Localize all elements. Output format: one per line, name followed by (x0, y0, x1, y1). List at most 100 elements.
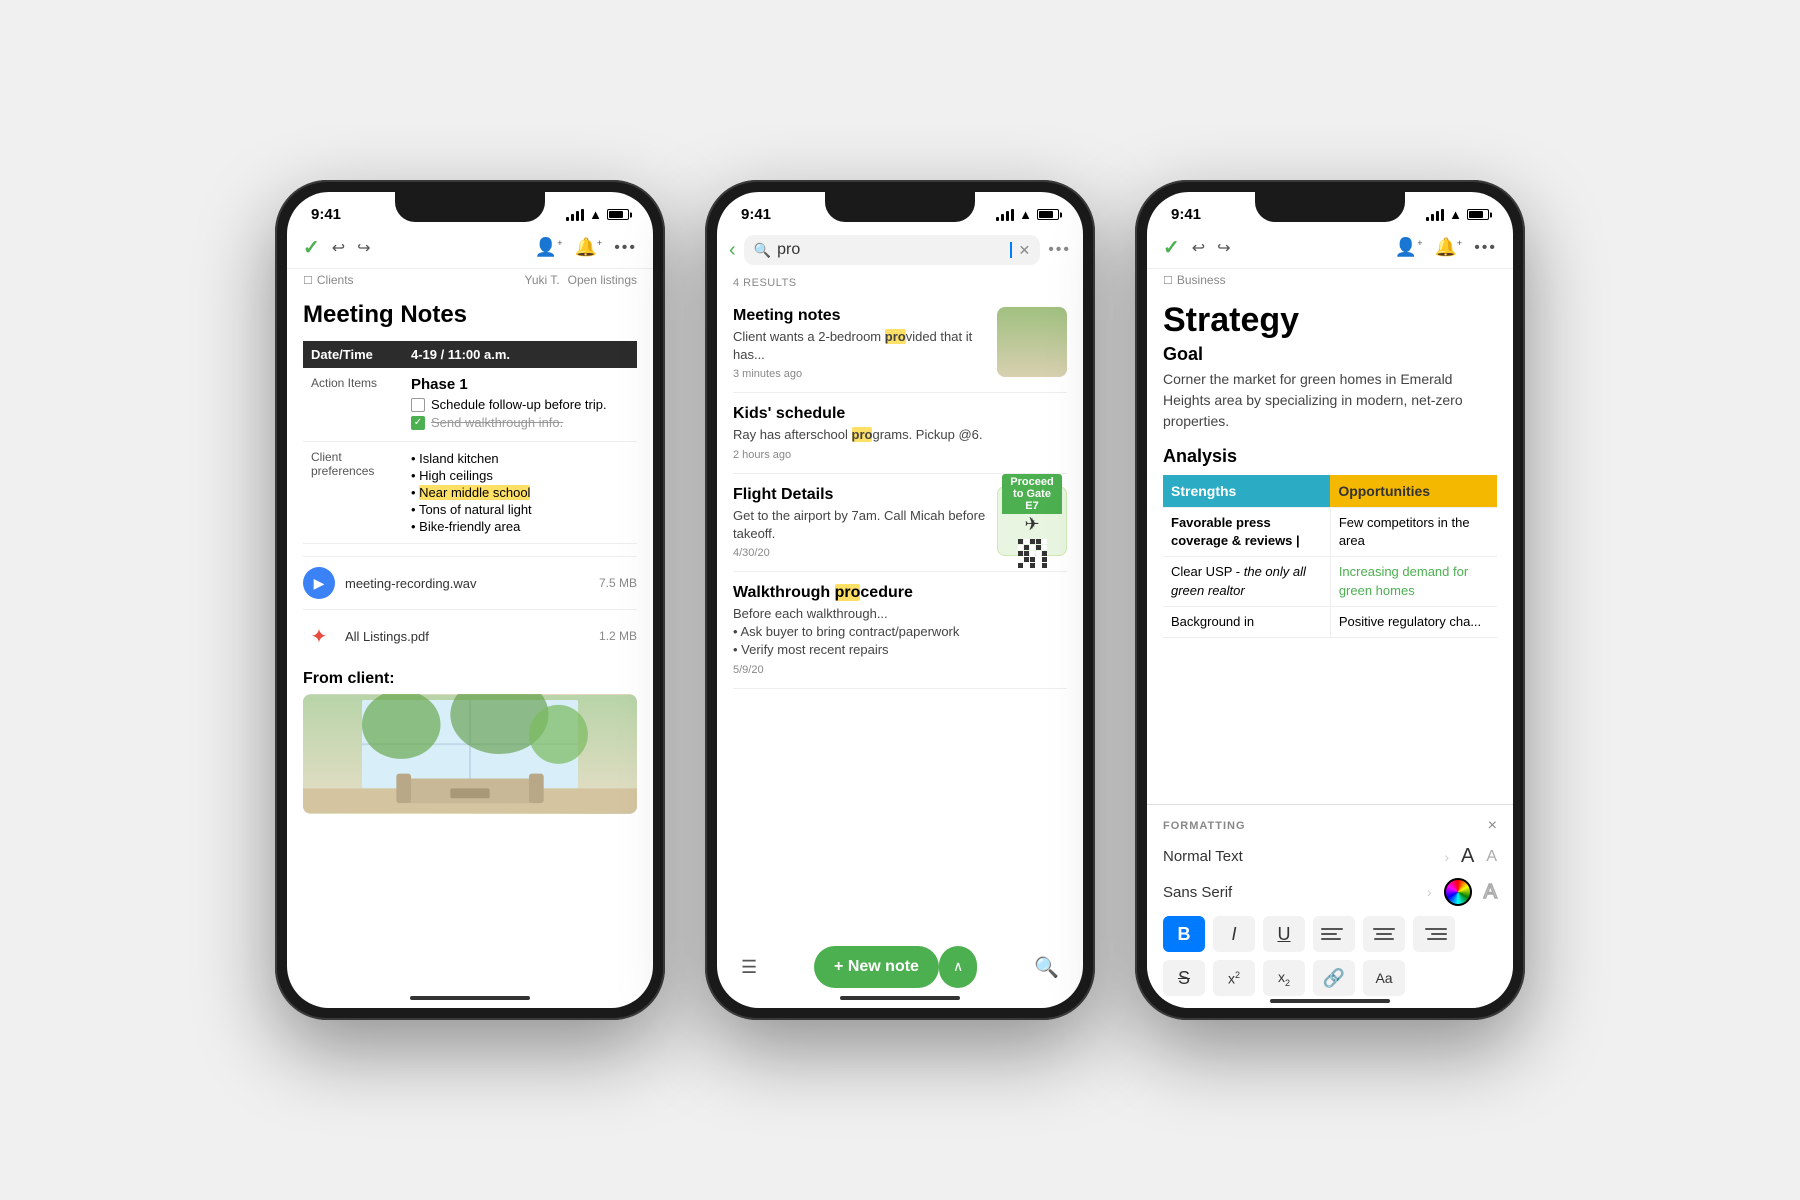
underline-button[interactable]: U (1263, 916, 1305, 952)
search-input[interactable]: pro (777, 241, 1004, 259)
new-note-button[interactable]: + New note (814, 946, 939, 988)
signal-icon-2 (996, 209, 1014, 221)
breadcrumb-link-listings[interactable]: Open listings (568, 273, 637, 287)
check-button-3[interactable]: ✓ (1163, 235, 1180, 260)
attachment-pdf[interactable]: ✦ All Listings.pdf 1.2 MB (303, 609, 637, 662)
add-reminder-button-3[interactable]: 🔔+ (1435, 237, 1463, 258)
row-label-actions: Action Items (303, 368, 403, 442)
search-more-button[interactable]: ••• (1048, 241, 1071, 259)
more-options-button-3[interactable]: ••• (1474, 239, 1497, 257)
add-person-button[interactable]: 👤+ (535, 237, 563, 258)
normal-text-chevron[interactable]: › (1444, 849, 1449, 865)
col-header-datetime: Date/Time (303, 341, 403, 368)
result-time-4: 5/9/20 (733, 664, 1067, 676)
strikethrough-button[interactable]: S (1163, 960, 1205, 996)
format-A-normal: A (1461, 845, 1474, 868)
align-line (1374, 938, 1394, 940)
notch-3 (1255, 192, 1405, 222)
notebook-icon-3: ☐ (1163, 274, 1173, 287)
result-item-walkthrough[interactable]: Walkthrough procedure Before each walkth… (733, 572, 1067, 689)
sans-serif-label: Sans Serif (1163, 884, 1415, 901)
add-reminder-button[interactable]: 🔔+ (575, 237, 603, 258)
goal-label: Goal (1163, 344, 1497, 365)
result-title-2: Kids' schedule (733, 405, 1067, 423)
flight-body: ✈ (1018, 514, 1047, 568)
toolbar-3: ✓ ↩ ↪ 👤+ 🔔+ ••• (1147, 229, 1513, 269)
align-line (1321, 928, 1343, 930)
check-button[interactable]: ✓ (303, 235, 320, 260)
swot-cell-s3: Background in (1163, 606, 1330, 637)
search-clear-button[interactable]: ✕ (1018, 242, 1030, 259)
checkbox-1[interactable]: Schedule follow-up before trip. (411, 397, 629, 412)
swot-italic: the only all green realtor (1171, 564, 1306, 597)
qr-code (1018, 539, 1047, 568)
link-icon: 🔗 (1323, 968, 1345, 989)
checkbox-box-1[interactable] (411, 398, 425, 412)
home-indicator-3 (1270, 999, 1390, 1003)
color-picker-icon[interactable] (1444, 878, 1472, 906)
strategy-content: Strategy Goal Corner the market for gree… (1147, 301, 1513, 638)
table-row-prefs: Client preferences Island kitchen High c… (303, 442, 637, 544)
link-button[interactable]: 🔗 (1313, 960, 1355, 996)
align-line (1425, 928, 1447, 930)
search-box[interactable]: 🔍 pro ✕ (744, 235, 1041, 265)
signal-icon-3 (1426, 209, 1444, 221)
list-item: Island kitchen (411, 450, 629, 467)
result-item-kids[interactable]: Kids' schedule Ray has afterschool progr… (733, 393, 1067, 473)
audio-icon: ▶ (303, 567, 335, 599)
highlight-button[interactable]: Aa (1363, 960, 1405, 996)
hamburger-menu-button[interactable]: ☰ (741, 957, 757, 978)
format-extra-row: S x2 x2 🔗 Aa (1163, 960, 1497, 996)
note-title-1: Meeting Notes (303, 301, 637, 329)
formatting-panel: FORMATTING × Normal Text › A A Sans Seri… (1147, 804, 1513, 1008)
checkbox-label-1: Schedule follow-up before trip. (431, 397, 607, 412)
phone-2: 9:41 ▲ ‹ 🔍 pro ✕ ••• 4 RESULTS (705, 180, 1095, 1020)
search-bottom-button[interactable]: 🔍 (1034, 955, 1059, 980)
attachment-size-audio: 7.5 MB (599, 576, 637, 590)
result-item-meeting[interactable]: Meeting notes Client wants a 2-bedroom p… (733, 295, 1067, 393)
notch-2 (825, 192, 975, 222)
add-person-button-3[interactable]: 👤+ (1395, 237, 1423, 258)
attachment-size-pdf: 1.2 MB (599, 629, 637, 643)
analysis-label: Analysis (1163, 446, 1497, 467)
undo-button-3[interactable]: ↩ (1192, 238, 1205, 258)
superscript-button[interactable]: x2 (1213, 960, 1255, 996)
breadcrumb-path-3[interactable]: Business (1177, 273, 1226, 287)
attachment-audio[interactable]: ▶ meeting-recording.wav 7.5 MB (303, 556, 637, 609)
breadcrumb-link-user[interactable]: Yuki T. (524, 273, 559, 287)
panel-title: FORMATTING (1163, 820, 1246, 832)
format-row-normal: Normal Text › A A (1163, 845, 1497, 868)
result-item-flight[interactable]: Flight Details Get to the airport by 7am… (733, 474, 1067, 572)
new-note-label: + New note (834, 958, 919, 976)
sans-serif-chevron[interactable]: › (1427, 884, 1432, 900)
new-note-caret-button[interactable]: ∧ (939, 946, 977, 988)
align-right-button[interactable] (1413, 916, 1455, 952)
italic-button[interactable]: I (1213, 916, 1255, 952)
client-image (303, 694, 637, 814)
panel-header: FORMATTING × (1163, 817, 1497, 835)
checkbox-2[interactable]: ✓ Send walkthrough info. (411, 415, 629, 430)
panel-close-button[interactable]: × (1488, 817, 1497, 835)
swot-header-strengths: Strengths (1163, 475, 1330, 508)
row-label-prefs: Client preferences (303, 442, 403, 544)
redo-button[interactable]: ↪ (357, 238, 370, 258)
result-time-2: 2 hours ago (733, 449, 1067, 461)
breadcrumb-path[interactable]: Clients (317, 273, 354, 287)
format-A-small: A (1486, 848, 1497, 866)
note-content-1: Meeting Notes Date/Time 4-19 / 11:00 a.m… (287, 293, 653, 814)
align-center-button[interactable] (1363, 916, 1405, 952)
result-title-1: Meeting notes (733, 307, 987, 325)
list-item: High ceilings (411, 467, 629, 484)
checkbox-box-2[interactable]: ✓ (411, 416, 425, 430)
bold-button[interactable]: B (1163, 916, 1205, 952)
redo-button-3[interactable]: ↪ (1217, 238, 1230, 258)
breadcrumb-1: ☐ Clients Yuki T. Open listings (287, 269, 653, 293)
undo-button[interactable]: ↩ (332, 238, 345, 258)
battery-icon-3 (1467, 209, 1489, 220)
back-button[interactable]: ‹ (729, 239, 736, 262)
subscript-button[interactable]: x2 (1263, 960, 1305, 996)
swot-row-2: Clear USP - the only all green realtor I… (1163, 557, 1497, 606)
more-options-button[interactable]: ••• (614, 239, 637, 257)
result-snippet-3: Get to the airport by 7am. Call Micah be… (733, 507, 987, 543)
align-left-button[interactable] (1313, 916, 1355, 952)
